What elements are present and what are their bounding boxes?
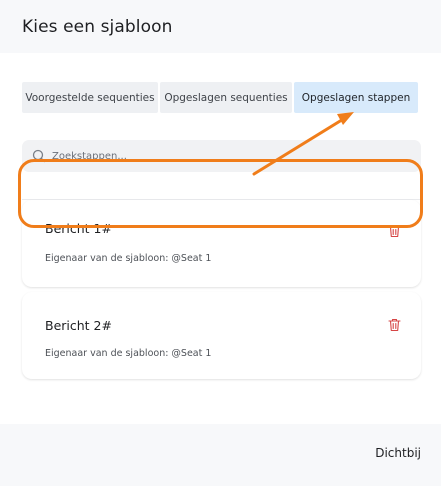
- arrow-annotation: [252, 112, 354, 176]
- template-dialog: Kies een sjabloon Voorgestelde sequentie…: [0, 0, 441, 486]
- close-button[interactable]: Dichtbij: [375, 446, 421, 460]
- dialog-footer: Dichtbij: [0, 424, 441, 486]
